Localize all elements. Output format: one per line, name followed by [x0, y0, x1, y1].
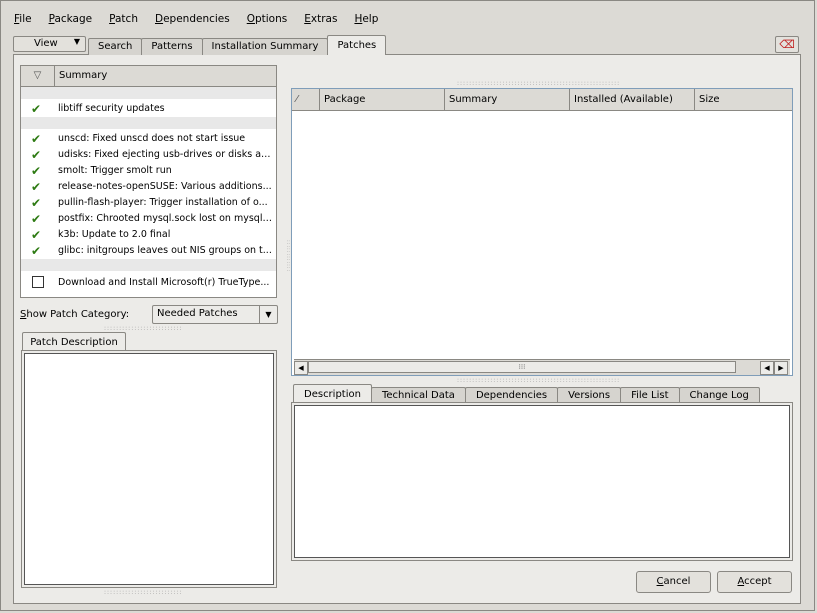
list-item[interactable]: ✔ smolt: Trigger smolt run: [21, 163, 276, 179]
description-panel: [291, 402, 793, 561]
sort-column-icon[interactable]: ▽: [21, 66, 55, 86]
patch-summary: k3b: Update to 2.0 final: [58, 229, 171, 240]
patch-summary: Download and Install Microsoft(r) TrueTy…: [58, 277, 270, 288]
install-check-icon[interactable]: ✔: [31, 244, 45, 258]
patch-summary: glibc: initgroups leaves out NIS groups …: [58, 245, 272, 256]
patch-category-value: Needed Patches: [157, 308, 238, 319]
list-item[interactable]: ✔ libtiff security updates: [21, 101, 276, 117]
show-patch-category-label: Show Patch Category:: [20, 309, 130, 320]
summary-column-header[interactable]: Summary: [59, 66, 107, 86]
splitter-grip[interactable]: ::::::::::::::::::::::::::::::::::::::::…: [457, 377, 620, 384]
patch-summary: postfix: Chrooted mysql.sock lost on mys…: [58, 213, 272, 224]
splitter-grip[interactable]: ::::::::::::::::::::::::::: [104, 589, 183, 596]
description-text[interactable]: [294, 405, 790, 558]
install-check-icon[interactable]: ✔: [31, 212, 45, 226]
menu-bar: File Package Patch Dependencies Options Extra…: [14, 8, 395, 30]
install-check-icon[interactable]: ✔: [31, 228, 45, 242]
list-item[interactable]: ✔ glibc: initgroups leaves out NIS groups…: [21, 243, 276, 259]
patch-summary: release-notes-openSUSE: Various addition…: [58, 181, 272, 192]
install-check-icon[interactable]: ✔: [31, 180, 45, 194]
install-check-icon[interactable]: ✔: [31, 196, 45, 210]
tab-patch-description[interactable]: Patch Description: [22, 332, 126, 351]
scroll-left-icon[interactable]: ◀: [760, 361, 774, 375]
menu-dependencies[interactable]: Dependencies: [155, 13, 230, 25]
column-installed-available[interactable]: Installed (Available): [570, 89, 695, 110]
package-table-header: ⁄ Package Summary Installed (Available) …: [292, 89, 792, 111]
tab-installation-summary[interactable]: Installation Summary: [201, 38, 329, 55]
list-item[interactable]: ✔ k3b: Update to 2.0 final: [21, 227, 276, 243]
scroll-right-icon[interactable]: ▶: [774, 361, 788, 375]
menu-label: ependencies: [163, 13, 230, 25]
patch-summary: udisks: Fixed ejecting usb-drives or dis…: [58, 149, 272, 160]
patch-summary: smolt: Trigger smolt run: [58, 165, 172, 176]
patch-summary: unscd: Fixed unscd does not start issue: [58, 133, 246, 144]
menu-options[interactable]: Options: [247, 13, 288, 25]
sort-column-icon[interactable]: ⁄: [292, 89, 320, 110]
chevron-down-icon: ▼: [73, 37, 80, 46]
horizontal-scrollbar[interactable]: ◀ ⁞⁞⁞ ◀ ▶: [294, 359, 790, 375]
tab-search[interactable]: Search: [88, 38, 143, 55]
patch-summary: pullin-flash-player: Trigger installatio…: [58, 197, 268, 208]
scroll-left-icon[interactable]: ◀: [294, 361, 308, 375]
install-check-icon[interactable]: ✔: [31, 148, 45, 162]
view-button-label: View: [34, 38, 58, 49]
cancel-button-label: ancel: [663, 576, 691, 587]
menu-help[interactable]: Help: [354, 13, 378, 25]
menu-label: xtras: [310, 13, 338, 25]
list-item[interactable]: Download and Install Microsoft(r) TrueTy…: [21, 275, 276, 291]
list-item[interactable]: ✔ postfix: Chrooted mysql.sock lost on my…: [21, 211, 276, 227]
menu-label: atch: [115, 13, 138, 25]
menu-file[interactable]: File: [14, 13, 32, 25]
column-package[interactable]: Package: [320, 89, 445, 110]
list-item[interactable]: ✔ release-notes-openSUSE: Various additio…: [21, 179, 276, 195]
tab-description[interactable]: Description: [293, 384, 372, 404]
install-check-icon[interactable]: ✔: [31, 164, 45, 178]
package-table: ⁄ Package Summary Installed (Available) …: [291, 88, 793, 376]
patch-description-text[interactable]: [24, 353, 274, 585]
menu-package[interactable]: Package: [49, 13, 93, 25]
list-separator: [21, 87, 276, 99]
menu-label: ackage: [54, 13, 93, 25]
list-item[interactable]: ✔ udisks: Fixed ejecting usb-drives or di…: [21, 147, 276, 163]
patch-list-header: ▽ Summary: [21, 66, 276, 87]
menu-extras[interactable]: Extras: [304, 13, 337, 25]
accept-button-label: ccept: [744, 576, 772, 587]
list-separator: [21, 117, 276, 129]
cancel-button[interactable]: Cancel: [636, 571, 711, 593]
patch-category-select[interactable]: Needed Patches ▼: [152, 305, 278, 324]
patch-summary: libtiff security updates: [58, 103, 165, 114]
install-checkbox[interactable]: [32, 276, 44, 288]
menu-patch[interactable]: Patch: [109, 13, 138, 25]
detail-tab-bar: Description Technical Data Dependencies Ver…: [293, 384, 760, 404]
chevron-down-icon: ▼: [259, 306, 277, 323]
column-size[interactable]: Size: [695, 89, 792, 110]
menu-label: ile: [19, 13, 32, 25]
menu-label: ptions: [254, 13, 288, 25]
patch-description-panel: [21, 350, 277, 588]
scrollbar-thumb[interactable]: ⁞⁞⁞: [308, 361, 736, 373]
view-button[interactable]: View ▼: [13, 36, 86, 52]
top-tab-bar: Search Patterns Installation Summary Patche…: [88, 35, 387, 55]
list-item[interactable]: ✔ unscd: Fixed unscd does not start issue: [21, 131, 276, 147]
patch-list: ▽ Summary ✔ libtiff security updates ✔ unsc…: [20, 65, 277, 298]
list-separator: [21, 259, 276, 271]
splitter-grip[interactable]: ::::::::::::::::::::::::::: [104, 325, 183, 332]
accept-button[interactable]: Accept: [717, 571, 792, 593]
install-check-icon[interactable]: ✔: [31, 102, 45, 116]
list-item[interactable]: ✔ pullin-flash-player: Trigger installati…: [21, 195, 276, 211]
column-summary[interactable]: Summary: [445, 89, 570, 110]
install-check-icon[interactable]: ✔: [31, 132, 45, 146]
splitter-grip[interactable]: ::::::::::::::::::::::::::::::::::::::::…: [457, 80, 620, 87]
tab-patterns[interactable]: Patterns: [141, 38, 203, 55]
tab-patches[interactable]: Patches: [327, 35, 387, 55]
show-patch-category-text: how Patch Category:: [26, 309, 130, 320]
menu-label: elp: [362, 13, 379, 25]
close-view-icon[interactable]: ⌫: [775, 36, 799, 53]
